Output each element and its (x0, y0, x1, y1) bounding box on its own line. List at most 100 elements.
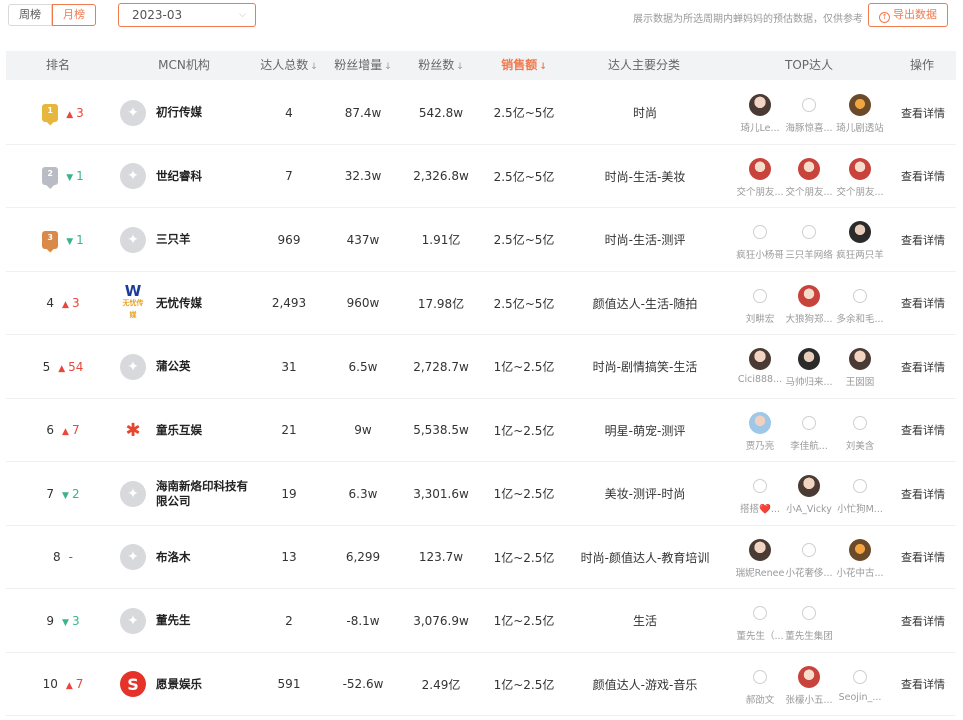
col-fans[interactable]: 粉丝数 ↓ (404, 51, 478, 80)
detail-link[interactable]: 查看详情 (898, 145, 948, 208)
top-talent[interactable]: 董先生集团 (781, 602, 837, 642)
org-cell[interactable]: ✦ 布洛木 (120, 526, 260, 589)
col-fans-growth[interactable]: 粉丝增量 ↓ (326, 51, 400, 80)
top-talent[interactable]: 郝劭文 (732, 666, 788, 706)
top-talent[interactable]: 张檬小五... (781, 665, 837, 706)
rank-change-value: - (68, 550, 73, 564)
top-talent[interactable]: 琦儿剧透站 (832, 94, 888, 134)
tab-week[interactable]: 周榜 (8, 4, 52, 26)
top-talent[interactable]: 多余和毛... (832, 285, 888, 325)
talent-count: 2 (285, 613, 293, 628)
org-logo-icon: S (120, 671, 146, 697)
detail-link[interactable]: 查看详情 (898, 272, 948, 335)
top-talent[interactable]: 李佳航... (781, 412, 837, 452)
top-talent[interactable]: 贾乃亮 (732, 411, 788, 452)
avatar (798, 284, 820, 307)
data-notice: 展示数据为所选周期内蝉妈妈的预估数据，仅供参考 (633, 14, 863, 25)
org-name[interactable]: 童乐互娱 (156, 423, 256, 438)
month-select[interactable]: 2023-03 ⌵ (118, 3, 256, 27)
org-cell[interactable]: ✦ 蒲公英 (120, 335, 260, 398)
top-talent[interactable]: 海豚惊喜... (781, 94, 837, 134)
detail-link[interactable]: 查看详情 (898, 335, 948, 398)
detail-link[interactable]: 查看详情 (898, 462, 948, 525)
top-talent-name: 小花中古... (836, 567, 884, 579)
export-icon: ↑ (879, 12, 890, 23)
org-name[interactable]: 世纪睿科 (156, 169, 256, 184)
avatar (802, 606, 816, 620)
org-cell[interactable]: ✦ 世纪睿科 (120, 145, 260, 208)
detail-link[interactable]: 查看详情 (898, 589, 948, 652)
detail-link-label: 查看详情 (901, 170, 945, 183)
export-button[interactable]: ↑ 导出数据 (868, 3, 948, 27)
top-talent[interactable]: Cici888... (732, 348, 788, 385)
top-talent[interactable]: 瑞妮Renee (732, 538, 788, 579)
org-cell[interactable]: ✦ 董先生 (120, 589, 260, 652)
top-talent[interactable]: 董先生（... (732, 602, 788, 642)
rank-number: 7 (46, 486, 55, 501)
org-name[interactable]: 初行传媒 (156, 105, 256, 120)
org-cell[interactable]: ✦ 初行传媒 (120, 81, 260, 144)
detail-link[interactable]: 查看详情 (898, 208, 948, 271)
avatar (749, 411, 771, 434)
col-top-label: TOP达人 (784, 58, 833, 72)
org-name[interactable]: 董先生 (156, 613, 256, 628)
org-cell[interactable]: W 无忧传媒 无忧传媒 (120, 272, 260, 335)
org-logo-icon: ✦ (120, 163, 146, 189)
rank-change: ▼ 1 (66, 169, 84, 183)
top-talent[interactable]: 小A_Vicky (781, 475, 837, 515)
tab-month[interactable]: 月榜 (52, 4, 96, 26)
col-talent-count-label: 达人总数 (260, 58, 309, 72)
avatar (802, 415, 816, 430)
detail-link-label: 查看详情 (901, 424, 945, 437)
org-cell[interactable]: ✦ 三只羊 (120, 208, 260, 271)
rank-cell: 4 ▲ 3 (28, 272, 98, 335)
top-talent[interactable]: 三只羊网络 (781, 221, 837, 261)
detail-link[interactable]: 查看详情 (898, 399, 948, 462)
avatar (853, 669, 867, 684)
top-talent[interactable]: 刘畊宏 (732, 285, 788, 325)
top-talent[interactable]: 交个朋友... (832, 157, 888, 198)
avatar (753, 606, 767, 620)
col-fans-growth-label: 粉丝增量 (334, 58, 383, 72)
top-talent[interactable]: 小花中古... (832, 538, 888, 579)
rank-cell: 8- (28, 526, 98, 589)
category: 时尚 (632, 106, 657, 120)
col-sales[interactable]: 销售额 ↓ (484, 51, 564, 80)
org-name[interactable]: 布洛木 (156, 550, 256, 565)
detail-link[interactable]: 查看详情 (898, 526, 948, 589)
detail-link[interactable]: 查看详情 (898, 81, 948, 144)
top-talent[interactable]: 疯狂两只羊 (832, 221, 888, 261)
rank-change: ▼ 3 (62, 614, 80, 628)
org-cell[interactable]: ✦ 海南新烙印科技有限公司 (120, 462, 260, 525)
org-name[interactable]: 蒲公英 (156, 359, 256, 374)
fans-count: 2,728.7w (413, 359, 469, 374)
table-row: 3 ▼ 1 ✦ 三只羊 969 437w 1.91亿 2.5亿~5亿 时尚-生活-测评 疯狂小杨哥三… (6, 208, 956, 272)
top-talent[interactable]: 搭搭❤️... (732, 475, 788, 515)
org-name[interactable]: 海南新烙印科技有限公司 (156, 479, 256, 509)
top-talent[interactable]: 交个朋友... (781, 157, 837, 198)
top-talent[interactable]: 交个朋友... (732, 157, 788, 198)
top-talent[interactable]: 疯狂小杨哥 (732, 221, 788, 261)
rank-change: ▼ 2 (62, 487, 80, 501)
org-name[interactable]: 三只羊 (156, 232, 256, 247)
top-talent[interactable]: 琦儿Le... (732, 94, 788, 134)
org-cell[interactable]: ✱ 童乐互娱 (120, 399, 260, 462)
top-talent[interactable]: 马帅归来... (781, 348, 837, 388)
top-talent[interactable]: Seojin_... (832, 666, 888, 703)
top-talent[interactable]: 大狼狗郑... (781, 284, 837, 325)
rank-cell: 2 ▼ 1 (28, 145, 98, 208)
top-talent[interactable]: 小花奢侈... (781, 539, 837, 579)
detail-link-label: 查看详情 (901, 551, 945, 564)
org-logo-icon: ✱ (120, 417, 146, 443)
detail-link[interactable]: 查看详情 (898, 653, 948, 716)
sales-range: 1亿~2.5亿 (493, 423, 555, 438)
top-talent[interactable]: 王囡囡 (832, 348, 888, 388)
top-talent[interactable]: 刘美含 (832, 412, 888, 452)
top-talent[interactable]: 小忙狗M... (832, 475, 888, 515)
org-cell[interactable]: S 愿景娱乐 (120, 653, 260, 716)
org-name[interactable]: 愿景娱乐 (156, 677, 256, 692)
org-name[interactable]: 无忧传媒 (156, 296, 256, 311)
col-talent-count[interactable]: 达人总数 ↓ (252, 51, 326, 80)
col-org: MCN机构 (146, 51, 222, 80)
top-talent-name: 交个朋友... (836, 186, 884, 198)
